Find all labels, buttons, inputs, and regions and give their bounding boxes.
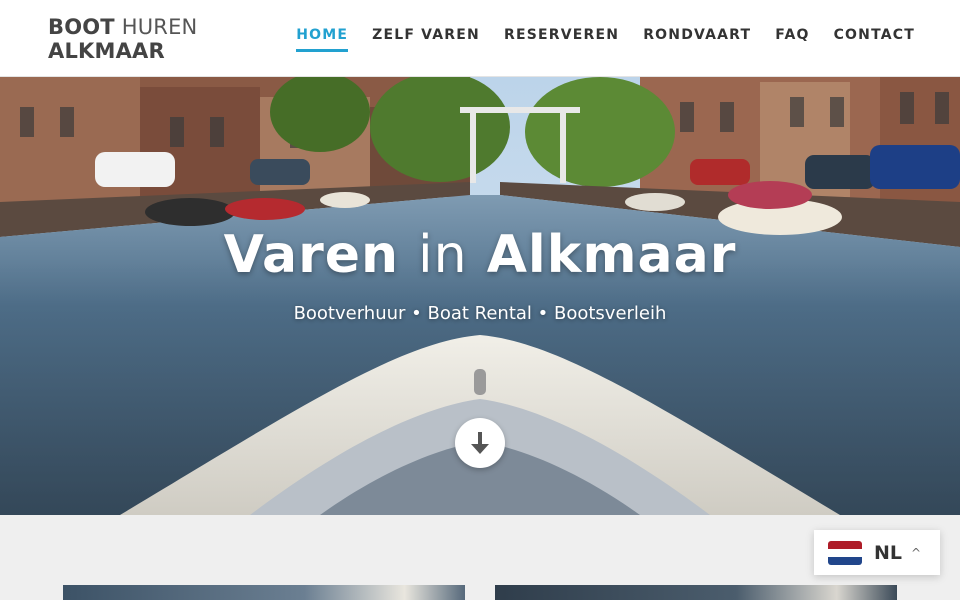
logo-word-alkmaar: ALKMAAR [48, 39, 165, 63]
hero-subtitle: Bootverhuur • Boat Rental • Bootsverleih [293, 303, 667, 324]
nav-item-zelf-varen[interactable]: ZELF VAREN [372, 27, 480, 52]
nav-item-contact[interactable]: CONTACT [834, 27, 915, 52]
hero-title-word-2: in [418, 225, 468, 285]
nav-item-home[interactable]: HOME [296, 27, 349, 52]
main-navigation: HOME ZELF VAREN RESERVEREN RONDVAART FAQ… [296, 27, 915, 52]
logo-word-boot: BOOT [48, 15, 115, 39]
site-logo[interactable]: BOOT HUREN ALKMAAR [48, 15, 197, 63]
nav-item-reserveren[interactable]: RESERVEREN [504, 27, 619, 52]
nav-item-rondvaart[interactable]: RONDVAART [643, 27, 751, 52]
hero-title-word-1: Varen [223, 225, 400, 285]
netherlands-flag-icon [828, 540, 862, 565]
language-code: NL [874, 541, 903, 564]
language-switcher[interactable]: NL ^ [814, 530, 940, 575]
card-image-right[interactable] [495, 585, 897, 600]
hero-title-word-3: Alkmaar [486, 225, 737, 285]
hero-title: Varen in Alkmaar [0, 225, 960, 285]
logo-word-huren: HUREN [121, 15, 198, 39]
chevron-up-icon: ^ [911, 545, 922, 560]
hero-section: Varen in Alkmaar Bootverhuur • Boat Rent… [0, 77, 960, 515]
arrow-down-icon [471, 432, 489, 454]
card-image-left[interactable] [63, 585, 465, 600]
nav-item-faq[interactable]: FAQ [775, 27, 809, 52]
site-header: BOOT HUREN ALKMAAR HOME ZELF VAREN RESER… [0, 0, 960, 77]
scroll-down-button[interactable] [455, 418, 505, 468]
